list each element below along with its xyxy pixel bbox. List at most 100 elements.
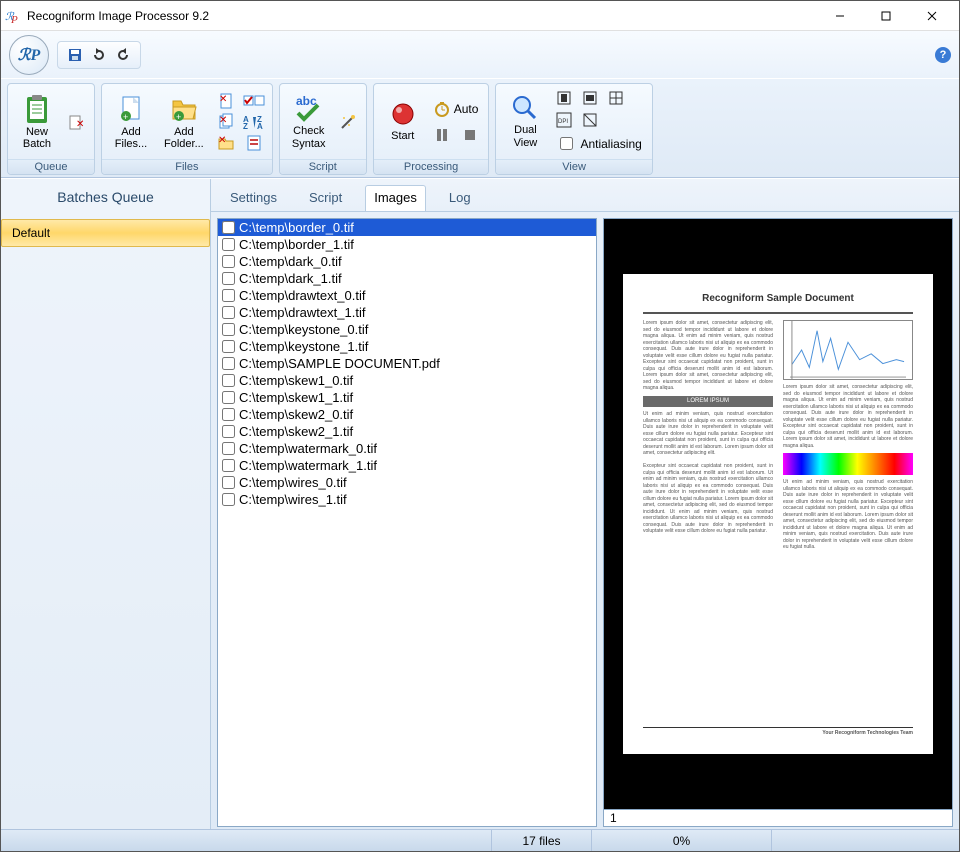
file-row[interactable]: C:\temp\wires_0.tif: [218, 474, 596, 491]
antialiasing-checkbox-row[interactable]: Antialiasing: [552, 132, 645, 155]
tab-log[interactable]: Log: [440, 185, 480, 211]
folder-x-icon: ✕: [217, 134, 235, 152]
file-checkbox[interactable]: [222, 374, 235, 387]
file-row[interactable]: C:\temp\watermark_0.tif: [218, 440, 596, 457]
file-checkbox[interactable]: [222, 221, 235, 234]
file-checkbox[interactable]: [222, 408, 235, 421]
file-checkbox[interactable]: [222, 340, 235, 353]
file-row[interactable]: C:\temp\SAMPLE DOCUMENT.pdf: [218, 355, 596, 372]
undo-button[interactable]: [112, 44, 134, 66]
file-checkbox[interactable]: [222, 476, 235, 489]
files-x-icon: ✕: [217, 113, 235, 131]
file-list[interactable]: C:\temp\border_0.tifC:\temp\border_1.tif…: [217, 218, 597, 827]
file-row[interactable]: C:\temp\watermark_1.tif: [218, 457, 596, 474]
antialiasing-checkbox[interactable]: [560, 137, 573, 150]
magnifier-icon: [511, 94, 539, 122]
delete-batch-button[interactable]: ✕: [64, 112, 88, 132]
check-syntax-button[interactable]: abc Check Syntax: [286, 91, 332, 153]
help-button[interactable]: ?: [935, 47, 951, 63]
file-checkbox[interactable]: [222, 425, 235, 438]
actual-size-button[interactable]: [604, 88, 628, 108]
tab-settings[interactable]: Settings: [221, 185, 286, 211]
file-checkbox[interactable]: [222, 357, 235, 370]
remove-checked-button[interactable]: ✕: [214, 112, 238, 132]
file-add-icon: +: [117, 93, 145, 125]
minimize-button[interactable]: [817, 1, 863, 31]
file-checkbox[interactable]: [222, 306, 235, 319]
new-batch-button[interactable]: New Batch: [14, 91, 60, 153]
doc-section: LOREM IPSUM: [643, 396, 773, 408]
file-checkbox[interactable]: [222, 459, 235, 472]
batch-item[interactable]: Default: [1, 219, 210, 247]
abc-check-icon: abc: [294, 93, 324, 123]
title-bar: ℛP Recogniform Image Processor 9.2: [1, 1, 959, 31]
ribbon-group-script: abc Check Syntax Script: [279, 83, 367, 175]
file-row[interactable]: C:\temp\dark_1.tif: [218, 270, 596, 287]
file-row[interactable]: C:\temp\drawtext_1.tif: [218, 304, 596, 321]
save-button[interactable]: [64, 44, 86, 66]
wand-icon: [339, 113, 357, 131]
file-checkbox[interactable]: [222, 442, 235, 455]
add-files-button[interactable]: + Add Files...: [108, 91, 154, 153]
dual-view-button[interactable]: Dual View: [502, 91, 548, 153]
file-row[interactable]: C:\temp\border_1.tif: [218, 236, 596, 253]
file-row[interactable]: C:\temp\drawtext_0.tif: [218, 287, 596, 304]
group-label-queue: Queue: [8, 159, 94, 174]
script-wizard-button[interactable]: [336, 112, 360, 132]
file-row[interactable]: C:\temp\skew1_0.tif: [218, 372, 596, 389]
start-button[interactable]: Start: [380, 91, 426, 153]
app-icon: ℛP: [5, 8, 21, 24]
fit-width-button[interactable]: [578, 88, 602, 108]
sort-icon: AZZA: [243, 114, 265, 130]
preview-canvas[interactable]: Recogniform Sample Document Lorem ipsum …: [603, 218, 953, 810]
stop-button[interactable]: [458, 125, 482, 145]
app-menu-button[interactable]: ℛP: [9, 35, 49, 75]
svg-text:✕: ✕: [219, 94, 227, 105]
tab-images[interactable]: Images: [365, 185, 426, 211]
remove-file-button[interactable]: ✕: [214, 91, 238, 111]
file-checkbox[interactable]: [222, 289, 235, 302]
batches-header: Batches Queue: [1, 179, 210, 219]
file-row[interactable]: C:\temp\dark_0.tif: [218, 253, 596, 270]
file-row[interactable]: C:\temp\keystone_1.tif: [218, 338, 596, 355]
clear-files-button[interactable]: ✕: [214, 133, 238, 153]
fit-page-button[interactable]: [552, 88, 576, 108]
file-checkbox[interactable]: [222, 272, 235, 285]
auto-checkbox-row[interactable]: Auto: [430, 99, 483, 119]
file-path: C:\temp\watermark_0.tif: [239, 441, 377, 456]
close-button[interactable]: [909, 1, 955, 31]
tab-script[interactable]: Script: [300, 185, 351, 211]
file-row[interactable]: C:\temp\skew1_1.tif: [218, 389, 596, 406]
doc-text: Ut enim ad minim veniam, quis nostrud ex…: [783, 479, 913, 551]
doc-signature: Your Recogniform Technologies Team: [643, 727, 913, 737]
file-row[interactable]: C:\temp\skew2_0.tif: [218, 406, 596, 423]
sort-button[interactable]: AZZA: [242, 112, 266, 132]
file-checkbox[interactable]: [222, 323, 235, 336]
preview-pane: Recogniform Sample Document Lorem ipsum …: [603, 218, 953, 827]
redo-icon: [91, 47, 107, 63]
dpi-button[interactable]: DPI: [552, 110, 576, 130]
maximize-button[interactable]: [863, 1, 909, 31]
file-row[interactable]: C:\temp\keystone_0.tif: [218, 321, 596, 338]
file-checkbox[interactable]: [222, 238, 235, 251]
file-path: C:\temp\wires_1.tif: [239, 492, 347, 507]
check-syntax-label: Check Syntax: [292, 125, 326, 149]
folder-add-icon: +: [170, 93, 198, 125]
refresh-files-button[interactable]: [242, 133, 266, 153]
file-checkbox[interactable]: [222, 493, 235, 506]
file-checkbox[interactable]: [222, 391, 235, 404]
record-icon: [389, 100, 417, 128]
check-all-button[interactable]: [242, 91, 266, 111]
file-row[interactable]: C:\temp\skew2_1.tif: [218, 423, 596, 440]
pause-button[interactable]: [430, 125, 454, 145]
svg-text:DPI: DPI: [558, 119, 568, 125]
file-checkbox[interactable]: [222, 255, 235, 268]
file-row[interactable]: C:\temp\wires_1.tif: [218, 491, 596, 508]
add-folder-button[interactable]: + Add Folder...: [158, 91, 210, 153]
grid-icon: [582, 112, 598, 128]
main-panel: Settings Script Images Log C:\temp\border_0…: [211, 179, 959, 829]
grid-button[interactable]: [578, 110, 602, 130]
app-window: ℛP Recogniform Image Processor 9.2 ℛP ? …: [0, 0, 960, 852]
redo-button[interactable]: [88, 44, 110, 66]
file-row[interactable]: C:\temp\border_0.tif: [218, 219, 596, 236]
